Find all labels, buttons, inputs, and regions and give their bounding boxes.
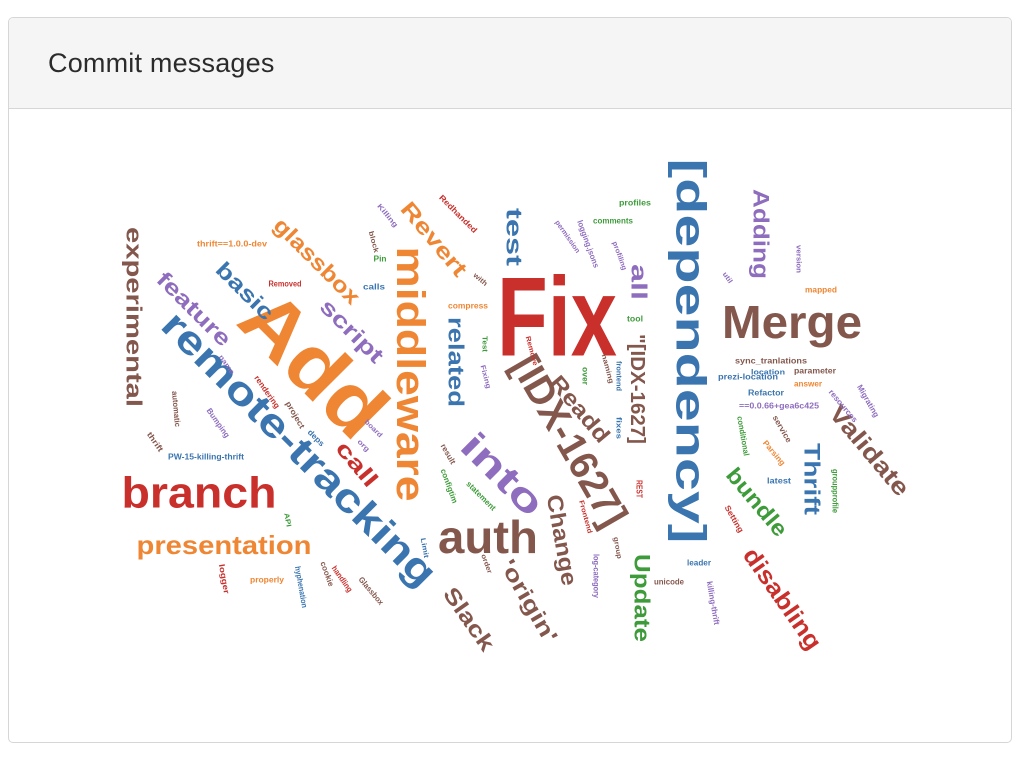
word-cloud-word: Parsing (761, 439, 787, 468)
word-cloud-word: disabling (737, 543, 827, 655)
word-cloud-word: related (444, 317, 469, 407)
word-cloud-word: Removed (269, 280, 302, 289)
word-cloud-word: properly (250, 576, 285, 585)
word-cloud-word: over (581, 367, 590, 385)
word-cloud-word: groupprofile (831, 469, 840, 514)
word-cloud-word: group (612, 537, 623, 560)
word-cloud-word: branch (122, 469, 277, 518)
word-cloud-word: log-category (592, 554, 601, 598)
word-cloud-word: Setting (723, 504, 746, 535)
word-cloud-word: calls (363, 283, 386, 292)
word-cloud-word: version (795, 245, 802, 273)
word-cloud-word: ==0.0.66+gea6c425 (739, 402, 820, 411)
word-cloud-word: Refactor (748, 389, 784, 398)
word-cloud-word: "[IDX-1627] (626, 334, 648, 444)
word-cloud-word: all (627, 264, 652, 300)
word-cloud-word: Update (630, 554, 655, 642)
word-cloud-word: API (282, 512, 291, 527)
word-cloud-word: Fix (497, 255, 617, 380)
word-cloud-word: hyphenation (293, 566, 309, 609)
word-cloud-word: Adding (749, 189, 774, 279)
word-cloud-word: compress (448, 302, 489, 311)
word-cloud-word: comments (593, 217, 634, 226)
word-cloud-word: Migrating (855, 383, 881, 419)
word-cloud-word: configtim (439, 468, 460, 505)
word-cloud-word: service (771, 414, 794, 445)
word-cloud-word: with (471, 271, 489, 287)
word-cloud-word: block (367, 230, 379, 253)
word-cloud-word: Slack (438, 582, 500, 656)
word-cloud-word: parameter (794, 367, 836, 376)
word-cloud-word: logger (217, 563, 231, 594)
word-cloud-word: leader (687, 559, 711, 568)
word-cloud-word: Change (542, 493, 583, 588)
word-cloud-word: PW-15-killing-thrift (168, 453, 244, 462)
word-cloud-word: thrift==1.0.0-dev (197, 240, 268, 249)
word-cloud-word: killing-thrift (705, 581, 722, 626)
word-cloud-word: presentation (137, 530, 312, 560)
panel-title: Commit messages (48, 47, 275, 78)
word-cloud-word: Glassbox (357, 575, 386, 607)
word-cloud-word: bundle (721, 463, 793, 542)
word-cloud-word: location (751, 370, 785, 377)
word-cloud-word: unicode (654, 578, 685, 587)
word-cloud-word: Thrift (800, 443, 825, 516)
word-cloud-word: profiles (619, 199, 652, 208)
commit-messages-panel: Commit messages Fix [dependency] Add remote… (8, 17, 1012, 743)
panel-header: Commit messages (9, 18, 1011, 109)
word-cloud-word: Pin (374, 255, 387, 264)
word-cloud-word: answer (794, 380, 822, 389)
word-cloud-word: 'origin' (495, 555, 563, 647)
word-cloud-word: experimental (122, 227, 147, 407)
word-cloud-word: Bumping (205, 406, 232, 439)
word-cloud-word: latest (767, 477, 791, 486)
word-cloud: Fix [dependency]Addremote-trackingbranchM… (122, 159, 915, 657)
word-cloud-word: fixes (615, 417, 622, 439)
word-cloud-word: Merge (722, 296, 862, 348)
word-cloud-word: Killing (375, 203, 398, 229)
word-cloud-word: tool (627, 315, 643, 324)
word-cloud-word: conditional (735, 416, 751, 457)
word-cloud-word: sync_tranlations (735, 357, 808, 366)
word-cloud-word: util (721, 271, 734, 285)
word-cloud-word: Test (481, 336, 488, 353)
word-cloud-word: Fixing (479, 365, 492, 390)
word-cloud-word: automatic (170, 391, 182, 428)
word-cloud-word: REST (635, 480, 644, 498)
word-cloud-word: [dependency] (668, 159, 715, 544)
panel-body: Fix [dependency] Add remote-tracking branch M… (9, 109, 1011, 742)
word-cloud-word: middleware (388, 247, 432, 502)
word-cloud-word: test (502, 208, 527, 267)
word-cloud-word: Redhanded (437, 193, 479, 235)
word-cloud-word: frontend (615, 361, 622, 391)
word-cloud-word: thrift (145, 430, 165, 454)
word-cloud-word: mapped (805, 286, 837, 295)
